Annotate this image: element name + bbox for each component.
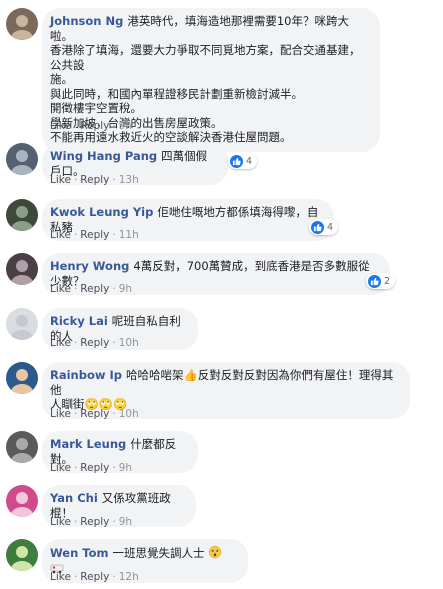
reaction-number: 4: [327, 221, 334, 233]
comment-actions: Like · Reply · 9h: [50, 516, 132, 528]
timestamp[interactable]: 9h: [119, 516, 132, 528]
reaction-number: 4: [246, 155, 253, 167]
timestamp[interactable]: 9h: [119, 462, 132, 474]
thumbs-up-icon: [230, 154, 243, 168]
separator: ·: [73, 120, 78, 132]
reply-button[interactable]: Reply: [80, 516, 109, 528]
author-name[interactable]: Ricky Lai: [50, 314, 108, 328]
separator: ·: [73, 571, 78, 583]
timestamp[interactable]: 11h: [119, 229, 139, 241]
avatar[interactable]: [6, 539, 38, 571]
separator: ·: [112, 408, 116, 420]
like-button[interactable]: Like: [50, 571, 71, 583]
reaction-count[interactable]: 4: [228, 153, 258, 169]
comment-actions: Like · Reply · 9h: [50, 283, 132, 295]
comment-text: 開徵樓宇空置稅。: [50, 101, 142, 115]
like-button[interactable]: Like: [50, 229, 71, 241]
comment-actions: Like · Reply · 9h: [50, 120, 132, 132]
timestamp[interactable]: 13h: [119, 174, 139, 186]
reply-button[interactable]: Reply: [80, 571, 109, 583]
separator: ·: [73, 408, 78, 420]
separator: ·: [73, 337, 78, 349]
like-button[interactable]: Like: [50, 174, 71, 186]
comment-actions: Like · Reply · 13h: [50, 174, 139, 186]
reply-button[interactable]: Reply: [80, 120, 109, 132]
separator: ·: [73, 283, 78, 295]
comment-text: 香港除了填海，還要大力爭取不同覓地方案，配合交通基建，公共設: [50, 43, 361, 72]
avatar[interactable]: [6, 308, 38, 340]
author-name[interactable]: Kwok Leung Yip: [50, 205, 153, 219]
avatar[interactable]: [6, 431, 38, 463]
like-button[interactable]: Like: [50, 462, 71, 474]
like-button[interactable]: Like: [50, 120, 71, 132]
like-button[interactable]: Like: [50, 516, 71, 528]
comment-list: Johnson Ng 港英時代，填海造地那裡需要10年？咪跨大啦。 香港除了填海，還…: [0, 0, 443, 589]
comment-text: 不能再用遠水救近火的空談解決香港住屋問題。: [50, 130, 292, 144]
author-name[interactable]: Yan Chi: [50, 491, 98, 505]
comment-actions: Like · Reply · 9h: [50, 462, 132, 474]
separator: ·: [112, 462, 116, 474]
like-button[interactable]: Like: [50, 337, 71, 349]
reply-button[interactable]: Reply: [80, 462, 109, 474]
reaction-count[interactable]: 4: [309, 219, 339, 235]
thumbs-up-icon: [311, 220, 324, 234]
reply-button[interactable]: Reply: [80, 174, 109, 186]
author-name[interactable]: Johnson Ng: [50, 14, 123, 28]
like-button[interactable]: Like: [50, 283, 71, 295]
avatar[interactable]: [6, 143, 38, 175]
separator: ·: [112, 229, 116, 241]
comment-actions: Like · Reply · 10h: [50, 337, 139, 349]
separator: ·: [73, 174, 78, 186]
separator: ·: [73, 516, 78, 528]
reply-button[interactable]: Reply: [80, 408, 109, 420]
comment-text: 施。: [50, 72, 73, 86]
dizzy-face-emoji: [208, 545, 222, 559]
comment-actions: Like · Reply · 10h: [50, 408, 139, 420]
reaction-count[interactable]: 2: [366, 273, 396, 289]
separator: ·: [112, 337, 116, 349]
separator: ·: [73, 462, 78, 474]
timestamp[interactable]: 12h: [119, 571, 139, 583]
reply-button[interactable]: Reply: [80, 283, 109, 295]
avatar[interactable]: [6, 199, 38, 231]
separator: ·: [112, 283, 116, 295]
separator: ·: [112, 174, 116, 186]
reply-button[interactable]: Reply: [80, 229, 109, 241]
like-button[interactable]: Like: [50, 408, 71, 420]
timestamp[interactable]: 9h: [119, 283, 132, 295]
avatar[interactable]: [6, 485, 38, 517]
comment-actions: Like · Reply · 11h: [50, 229, 139, 241]
comment-text: 與此同時，和國內單程證移民計劃重新檢討減半。: [50, 86, 303, 101]
thumbs-up-icon: [368, 274, 381, 288]
comment-actions: Like · Reply · 12h: [50, 571, 139, 583]
author-name[interactable]: Henry Wong: [50, 259, 129, 273]
timestamp[interactable]: 10h: [119, 337, 139, 349]
timestamp[interactable]: 10h: [119, 408, 139, 420]
reaction-number: 2: [384, 275, 391, 287]
separator: ·: [73, 229, 78, 241]
separator: ·: [112, 571, 116, 583]
avatar[interactable]: [6, 362, 38, 394]
reply-button[interactable]: Reply: [80, 337, 109, 349]
separator: ·: [112, 516, 116, 528]
avatar[interactable]: [6, 8, 38, 40]
comment-text: 一班思覺失調人士: [112, 546, 205, 560]
avatar[interactable]: [6, 253, 38, 285]
separator: ·: [112, 120, 116, 132]
author-name[interactable]: Wen Tom: [50, 546, 108, 560]
author-name[interactable]: Mark Leung: [50, 437, 126, 451]
author-name[interactable]: Wing Hang Pang: [50, 149, 157, 163]
timestamp[interactable]: 9h: [119, 120, 132, 132]
author-name[interactable]: Rainbow Ip: [50, 368, 122, 382]
